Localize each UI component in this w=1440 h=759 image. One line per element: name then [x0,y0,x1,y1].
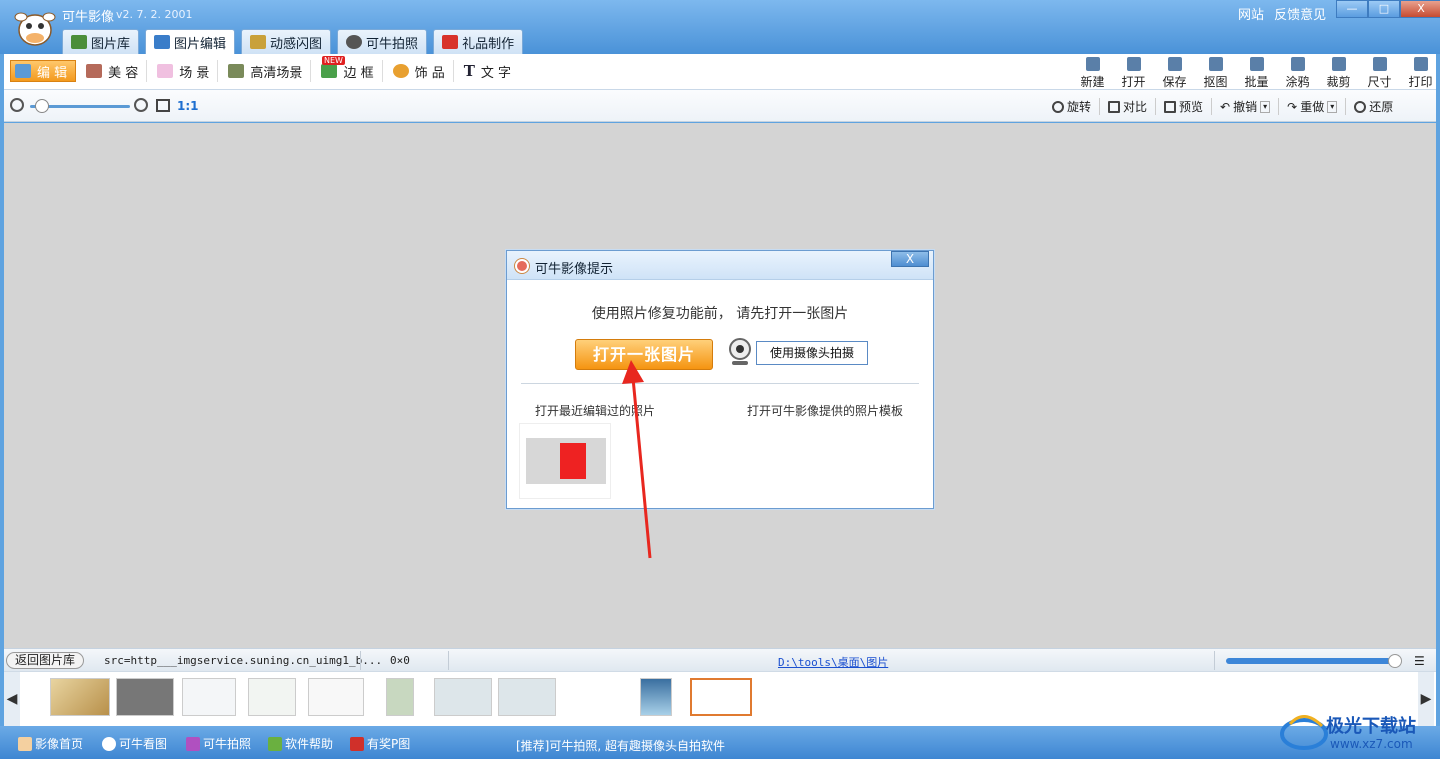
film-thumbnail[interactable] [434,678,492,716]
bottom-label: 可牛拍照 [203,737,252,751]
bottom-label: 有奖P图 [367,737,411,751]
divider [448,651,449,670]
list-view-icon[interactable]: ☰ [1414,654,1425,668]
thumbnail-size-slider[interactable] [1226,658,1398,664]
camera-icon [186,736,200,751]
bottom-label: 影像首页 [35,737,84,751]
watermark-text: 极光下载站 [1326,716,1416,737]
film-thumbnail[interactable] [386,678,414,716]
help-icon [268,736,282,751]
film-thumbnail[interactable] [640,678,672,716]
annotation-arrow-icon [622,360,652,559]
divider [1214,651,1215,670]
prize-icon [350,736,364,751]
status-bar: 返回图片库 src=http___imgservice.suning.cn_ui… [4,648,1436,671]
status-source: src=http___imgservice.suning.cn_uimg1_b.… [104,654,383,667]
bottom-home-link[interactable]: 影像首页 [18,735,83,752]
film-thumbnail[interactable] [182,678,236,716]
cow-logo-icon [18,736,32,751]
watermark-url: www.xz7.com [1330,737,1413,751]
film-thumbnail[interactable] [498,678,556,716]
folder-path-link[interactable]: D:\tools\桌面\图片 [778,654,888,670]
scroll-left-button[interactable]: ◀ [4,672,20,727]
divider [360,651,361,670]
filmstrip: ◀ ▶ [4,671,1436,727]
bottom-prize-link[interactable]: 有奖P图 [350,735,410,752]
bottom-bar: 影像首页 可牛看图 可牛拍照 软件帮助 有奖P图 [推荐]可牛拍照, 超有趣摄像… [0,726,1440,759]
promo-link[interactable]: [推荐]可牛拍照, 超有趣摄像头自拍软件 [516,737,725,754]
film-thumbnail[interactable] [308,678,364,716]
film-thumbnail[interactable] [248,678,296,716]
bottom-help-link[interactable]: 软件帮助 [268,735,333,752]
status-dimensions: 0×0 [390,654,410,667]
film-thumbnail[interactable] [116,678,174,716]
bottom-viewer-link[interactable]: 可牛看图 [102,735,167,752]
film-thumbnail-selected[interactable] [690,678,752,716]
bottom-label: 软件帮助 [285,737,334,751]
bottom-label: 可牛看图 [119,737,168,751]
eye-icon [102,736,116,751]
film-thumbnail[interactable] [50,678,110,716]
bottom-camera-link[interactable]: 可牛拍照 [186,735,251,752]
back-to-gallery-button[interactable]: 返回图片库 [6,652,84,669]
thumbnail-size-knob[interactable] [1387,654,1402,668]
